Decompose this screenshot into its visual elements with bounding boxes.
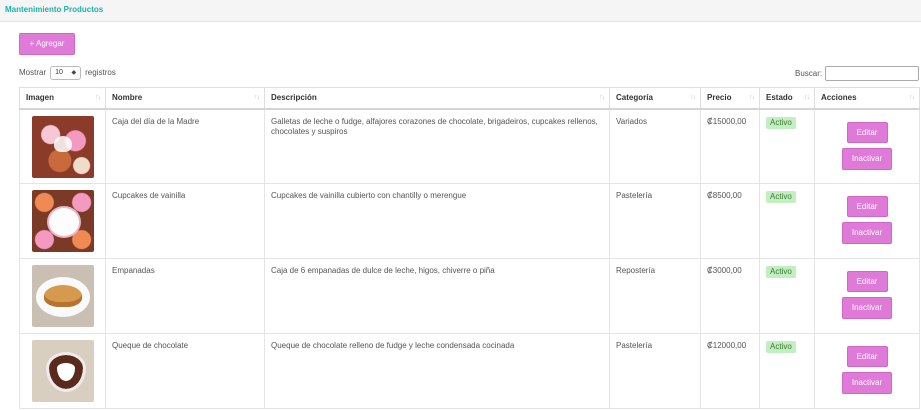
column-header-descripcion[interactable]: Descripción ↑↓ <box>264 87 610 110</box>
product-description: Queque de chocolate relleno de fudge y l… <box>264 333 610 409</box>
page-length-control: Mostrar 10 ◆ registros <box>19 66 116 80</box>
status-badge: Activo <box>766 266 796 278</box>
table-row: Cupcakes de vainilla Cupcakes de vainill… <box>19 183 920 259</box>
status-badge: Activo <box>766 341 796 353</box>
top-bar: Mantenimiento Productos <box>0 0 921 22</box>
search-label: Buscar: <box>795 69 823 78</box>
inactivate-button[interactable]: Inactivar <box>842 147 892 170</box>
sort-icon: ↑↓ <box>690 94 696 101</box>
edit-button[interactable]: Editar <box>846 196 888 217</box>
column-header-acciones[interactable]: Acciones ↑↓ <box>814 87 920 110</box>
column-header-estado[interactable]: Estado ↑↓ <box>759 87 815 110</box>
product-description: Galletas de leche o fudge, alfajores cor… <box>264 108 610 184</box>
sort-icon: ↑↓ <box>909 94 915 101</box>
product-description: Cupcakes de vainilla cubierto con chanti… <box>264 183 610 259</box>
sort-icon: ↑↓ <box>804 94 810 101</box>
product-price: ₡12000,00 <box>700 333 760 409</box>
product-category: Pastelería <box>609 183 701 259</box>
product-price: ₡3000,00 <box>700 258 760 334</box>
chocolate-cake-image <box>32 340 94 402</box>
product-category: Variados <box>609 108 701 184</box>
product-description: Caja de 6 empanadas de dulce de leche, h… <box>264 258 610 334</box>
inactivate-button[interactable]: Inactivar <box>842 222 892 244</box>
page-length-value: 10 <box>55 69 63 76</box>
length-suffix-label: registros <box>85 68 116 77</box>
edit-button[interactable]: Editar <box>846 121 888 143</box>
product-price: ₡15000,00 <box>700 108 760 184</box>
length-prefix-label: Mostrar <box>19 68 47 77</box>
page-title: Mantenimiento Productos <box>5 5 104 14</box>
table-row: Queque de chocolate Queque de chocolate … <box>19 333 920 409</box>
select-caret-icon: ◆ <box>71 70 77 76</box>
column-header-precio[interactable]: Precio ↑↓ <box>700 87 760 110</box>
search-input[interactable] <box>825 66 920 81</box>
column-header-categoria[interactable]: Categoría ↑↓ <box>609 87 701 110</box>
sort-icon: ↑↓ <box>95 94 101 101</box>
product-name: Caja del día de la Madre <box>105 108 265 184</box>
product-price: ₡8500,00 <box>700 183 760 259</box>
sort-icon: ↑↓ <box>599 94 605 101</box>
inactivate-button[interactable]: Inactivar <box>842 297 892 319</box>
sort-icon: ↑↓ <box>254 94 260 101</box>
inactivate-button[interactable]: Inactivar <box>842 372 892 394</box>
status-badge: Activo <box>766 116 796 129</box>
page-length-select[interactable]: 10 ◆ <box>50 66 82 80</box>
table-row: Caja del día de la Madre Galletas de lec… <box>19 108 920 184</box>
table-header-row: Imagen ↑↓ Nombre ↑↓ Descripción ↑↓ Categorí… <box>19 87 920 110</box>
edit-button[interactable]: Editar <box>846 346 888 367</box>
product-category: Repostería <box>609 258 701 334</box>
column-header-imagen[interactable]: Imagen ↑↓ <box>19 87 106 110</box>
vanilla-cupcakes-image <box>32 190 94 252</box>
column-header-nombre[interactable]: Nombre ↑↓ <box>105 87 265 110</box>
table-row: Empanadas Caja de 6 empanadas de dulce d… <box>19 258 920 334</box>
empanadas-image <box>32 265 94 327</box>
cake-gift-box-image <box>32 115 94 178</box>
product-name: Empanadas <box>105 258 265 334</box>
edit-button[interactable]: Editar <box>846 271 888 292</box>
product-name: Queque de chocolate <box>105 333 265 409</box>
products-table: Imagen ↑↓ Nombre ↑↓ Descripción ↑↓ Categorí… <box>19 87 920 409</box>
product-name: Cupcakes de vainilla <box>105 183 265 259</box>
status-badge: Activo <box>766 191 796 203</box>
product-category: Pastelería <box>609 333 701 409</box>
search-control: Buscar: <box>795 66 920 81</box>
sort-icon: ↑↓ <box>749 94 755 101</box>
add-product-button[interactable]: + Agregar <box>19 33 75 55</box>
